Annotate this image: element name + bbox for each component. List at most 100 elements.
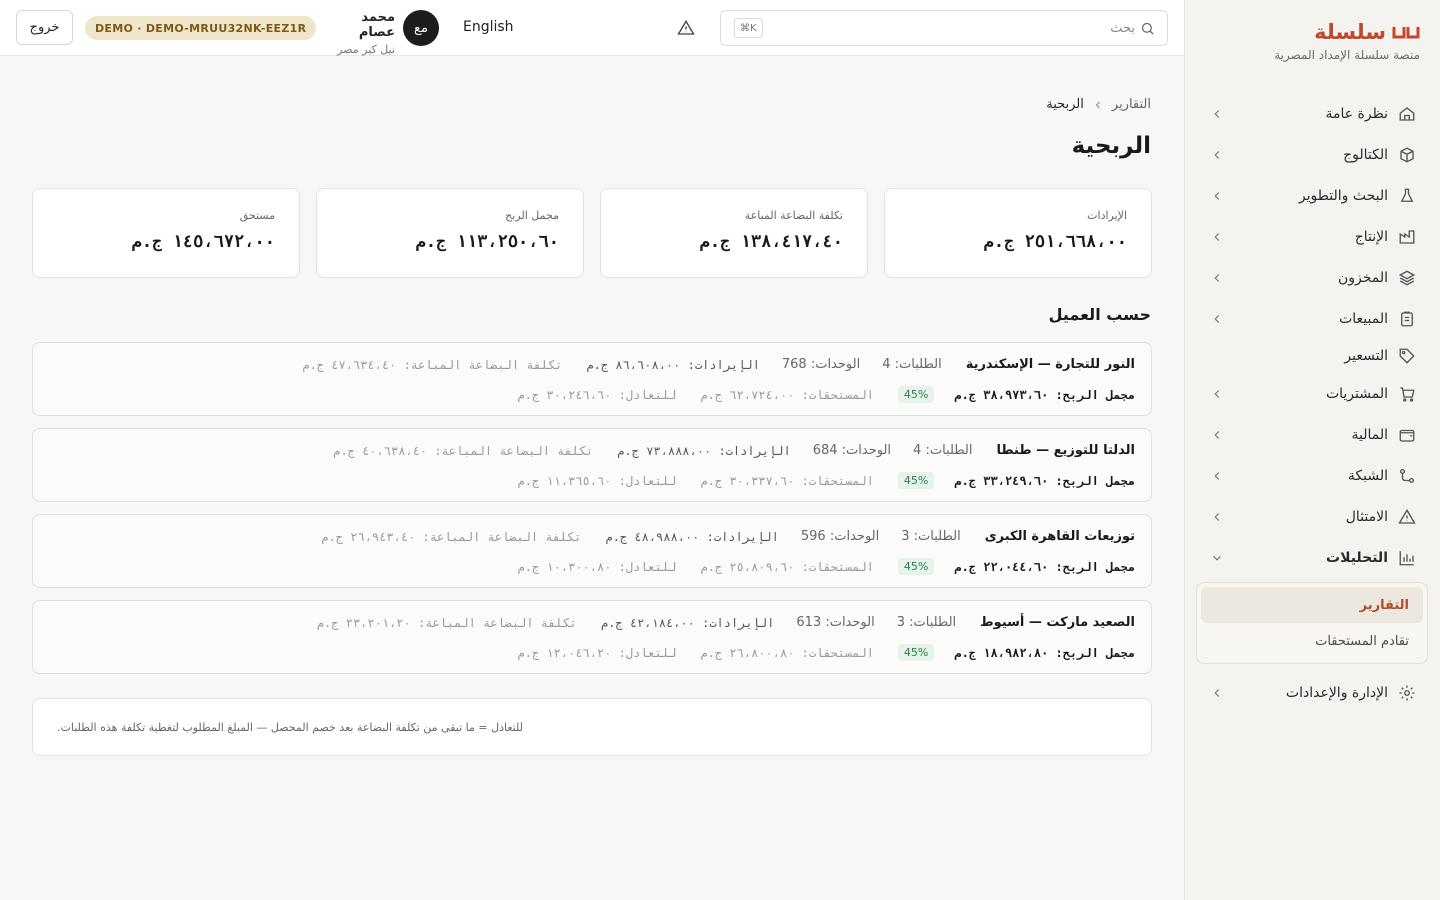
- section-title: حسب العميل: [1048, 305, 1151, 324]
- sidebar-nav: نظرة عامة الكتالوج البحث والتطوير الإنتا…: [1196, 93, 1428, 713]
- sidebar-item-label: التسعير: [1344, 348, 1388, 364]
- sidebar-item-label: الإدارة والإعدادات: [1285, 684, 1388, 701]
- revenue-value: الإيرادات: ٧٣،٨٨٨،٠٠ ج.م: [617, 443, 791, 458]
- kpi-card-receivable: مستحق ١٤٥،٦٧٢،٠٠ ج.م: [32, 188, 300, 278]
- chevron-left-icon: [1210, 189, 1224, 203]
- user-org: نيل كير مصر: [337, 43, 395, 56]
- margin-badge: 45%: [897, 558, 935, 575]
- chevron-left-icon: [1210, 271, 1224, 285]
- customer-row[interactable]: توزيعات القاهرة الكبرى الطلبات: 3 الوحدا…: [32, 514, 1152, 588]
- chevron-left-icon: [1210, 428, 1224, 442]
- cogs-value: تكلفة البضاعة المباعة: ٢٦،٩٤٣،٤٠ ج.م: [321, 529, 582, 544]
- home-icon: [1398, 105, 1416, 123]
- brand-logo-icon: [1392, 23, 1420, 41]
- kpi-value: ٢٥١،٦٦٨،٠٠ ج.م: [983, 232, 1127, 252]
- avatar[interactable]: مع: [403, 10, 439, 46]
- chevron-left-icon: [1210, 387, 1224, 401]
- kpi-card-gross-profit: مجمل الربح ١١٣،٢٥٠،٦٠ ج.م: [316, 188, 584, 278]
- gear-icon: [1398, 684, 1416, 702]
- kpi-value: ١٣٨،٤١٧،٤٠ ج.م: [699, 232, 843, 252]
- sidebar-item-label: الامتثال: [1345, 508, 1388, 525]
- breadcrumb-parent[interactable]: التقارير: [1112, 97, 1151, 112]
- cogs-value: تكلفة البضاعة المباعة: ٤٠،٦٣٨،٤٠ ج.م: [333, 443, 594, 458]
- sidebar-item-overview[interactable]: نظرة عامة: [1196, 93, 1428, 134]
- breakeven-value: للتعادل: ٣٠،٢٤٦،٦٠ ج.م: [517, 387, 677, 402]
- sidebar-item-finance[interactable]: المالية: [1196, 414, 1428, 455]
- sidebar-item-label: نظرة عامة: [1325, 105, 1388, 122]
- sidebar-item-label: الكتالوج: [1343, 146, 1388, 163]
- chevron-left-icon: [1210, 686, 1224, 700]
- cogs-value: تكلفة البضاعة المباعة: ٢٣،٢٠١،٢٠ ج.م: [316, 615, 577, 630]
- chevron-left-icon: [1210, 469, 1224, 483]
- factory-icon: [1398, 228, 1416, 246]
- sidebar-item-rnd[interactable]: البحث والتطوير: [1196, 175, 1428, 216]
- receivables-value: المستحقات: ٢٥،٨٠٩،٦٠ ج.م: [700, 559, 874, 574]
- cart-icon: [1398, 385, 1416, 403]
- sidebar-item-settings[interactable]: الإدارة والإعدادات: [1196, 672, 1428, 713]
- sidebar-subitem-reports[interactable]: التقارير: [1201, 587, 1423, 623]
- orders-count: الطلبات: 4: [913, 443, 973, 458]
- kpi-label: مجمل الربح: [505, 209, 559, 222]
- units-count: الوحدات: 768: [781, 357, 861, 372]
- gross-profit-value: مجمل الربح: ٢٢،٠٤٤،٦٠ ج.م: [954, 559, 1135, 574]
- brand-name: سلسلة: [1314, 20, 1386, 44]
- sidebar-item-catalog[interactable]: الكتالوج: [1196, 134, 1428, 175]
- cogs-value: تكلفة البضاعة المباعة: ٤٧،٦٣٤،٤٠ ج.م: [302, 357, 563, 372]
- customer-row[interactable]: الدلتا للتوزيع — طنطا الطلبات: 4 الوحدات…: [32, 428, 1152, 502]
- search-box[interactable]: ⌘K: [720, 10, 1168, 46]
- sidebar-item-label: التحليلات: [1326, 549, 1388, 566]
- customer-row[interactable]: النور للتجارة — الإسكندرية الطلبات: 4 ال…: [32, 342, 1152, 416]
- revenue-value: الإيرادات: ٤٢،١٨٤،٠٠ ج.م: [600, 615, 775, 630]
- margin-badge: 45%: [897, 386, 935, 403]
- sidebar: سلسلة منصة سلسلة الإمداد المصرية نظرة عا…: [1184, 0, 1440, 900]
- orders-count: الطلبات: 3: [901, 529, 961, 544]
- sidebar-item-label: المخزون: [1337, 269, 1388, 286]
- sidebar-item-inventory[interactable]: المخزون: [1196, 257, 1428, 298]
- customer-name: توزيعات القاهرة الكبرى: [984, 529, 1135, 544]
- customer-row[interactable]: الصعيد ماركت — أسيوط الطلبات: 3 الوحدات:…: [32, 600, 1152, 674]
- kpi-label: الإيرادات: [1087, 209, 1127, 222]
- sidebar-subitem-receivables-aging[interactable]: تقادم المستحقات: [1201, 623, 1423, 659]
- breadcrumb-current: الربحية: [1046, 97, 1084, 112]
- kpi-label: تكلفة البضاعة المباعة: [744, 209, 843, 222]
- language-toggle[interactable]: English: [463, 19, 514, 35]
- sidebar-item-sales[interactable]: المبيعات: [1196, 298, 1428, 339]
- receivables-value: المستحقات: ٣٠،٣٣٧،٦٠ ج.م: [700, 473, 874, 488]
- sidebar-item-label: المالية: [1351, 426, 1388, 443]
- sidebar-item-purchasing[interactable]: المشتريات: [1196, 373, 1428, 414]
- sidebar-item-label: الإنتاج: [1354, 228, 1388, 245]
- receivables-value: المستحقات: ٦٢،٧٢٤،٠٠ ج.م: [700, 387, 874, 402]
- kpi-label: مستحق: [239, 209, 275, 222]
- kpi-value: ١١٣،٢٥٠،٦٠ ج.م: [415, 232, 559, 252]
- sidebar-item-network[interactable]: الشبكة: [1196, 455, 1428, 496]
- orders-count: الطلبات: 3: [896, 615, 957, 630]
- units-count: الوحدات: 596: [800, 529, 880, 544]
- demo-badge: DEMO · DEMO-MRUU32NK-EEZ1R: [85, 16, 317, 40]
- analytics-subnav: التقارير تقادم المستحقات: [1196, 582, 1428, 664]
- gross-profit-value: مجمل الربح: ١٨،٩٨٢،٨٠ ج.م: [954, 645, 1135, 660]
- sidebar-item-label: البحث والتطوير: [1298, 187, 1388, 204]
- gross-profit-value: مجمل الربح: ٣٣،٢٤٩،٦٠ ج.م: [954, 473, 1135, 488]
- box-icon: [1398, 146, 1416, 164]
- breakeven-note: للتعادل = ما تبقى من تكلفة البضاعة بعد خ…: [32, 698, 1152, 756]
- customer-name: الصعيد ماركت — أسيوط: [980, 615, 1135, 630]
- search-input[interactable]: [775, 11, 1135, 45]
- sidebar-item-compliance[interactable]: الامتثال: [1196, 496, 1428, 537]
- sidebar-item-pricing[interactable]: التسعير: [1196, 339, 1428, 373]
- breakeven-value: للتعادل: ١٠،٣٠٠،٨٠ ج.م: [517, 559, 677, 574]
- sidebar-item-production[interactable]: الإنتاج: [1196, 216, 1428, 257]
- kpi-value: ١٤٥،٦٧٢،٠٠ ج.م: [131, 232, 275, 252]
- logout-button[interactable]: خروج: [16, 10, 73, 45]
- breakeven-value: للتعادل: ١١،٣٦٥،٦٠ ج.م: [517, 473, 677, 488]
- sidebar-item-analytics[interactable]: التحليلات: [1196, 537, 1428, 578]
- chevron-left-icon: [1210, 148, 1224, 162]
- breadcrumb: التقارير الربحية: [1046, 97, 1151, 112]
- revenue-value: الإيرادات: ٤٨،٩٨٨،٠٠ ج.م: [605, 529, 779, 544]
- topbar: خروج DEMO · DEMO-MRUU32NK-EEZ1R محمد عصا…: [0, 0, 1184, 56]
- sidebar-item-label: المبيعات: [1339, 310, 1388, 327]
- page-title: الربحية: [1071, 133, 1151, 159]
- alert-icon[interactable]: [677, 19, 695, 37]
- chevron-left-icon: [1210, 230, 1224, 244]
- revenue-value: الإيرادات: ٨٦،٦٠٨،٠٠ ج.م: [586, 357, 760, 372]
